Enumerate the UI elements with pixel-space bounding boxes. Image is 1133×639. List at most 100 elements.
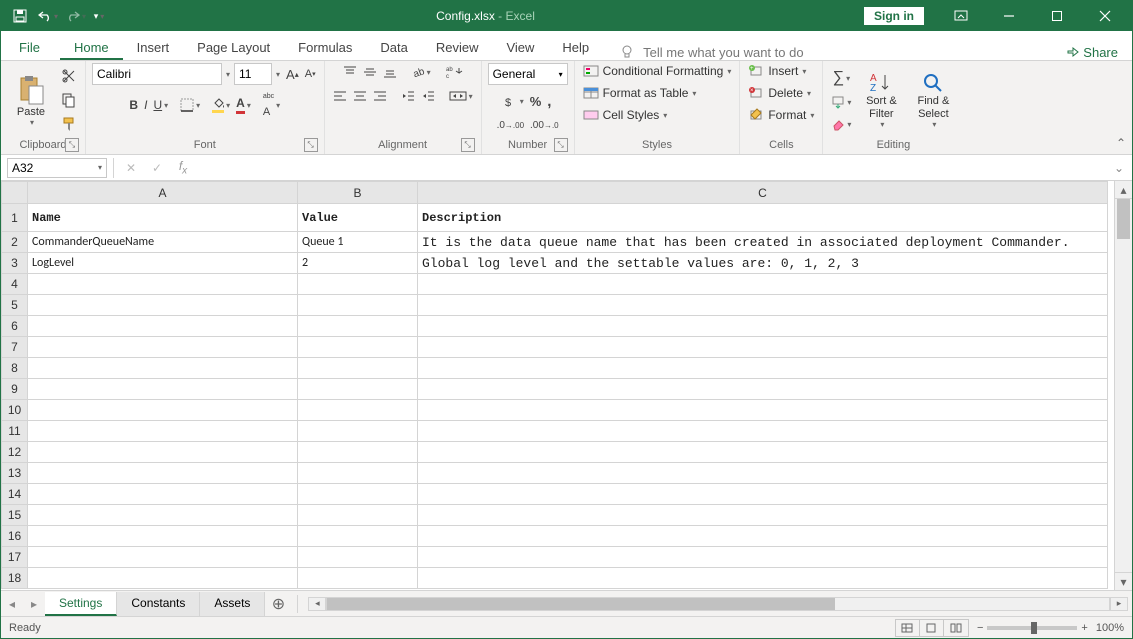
cell-C16[interactable] <box>418 526 1108 547</box>
cell-B9[interactable] <box>298 379 418 400</box>
align-bottom-button[interactable] <box>381 63 399 81</box>
tell-me[interactable]: Tell me what you want to do <box>619 44 803 60</box>
grow-font-button[interactable]: A▴ <box>284 65 301 84</box>
merge-center-button[interactable] <box>447 87 475 105</box>
cell-B3[interactable]: 2 <box>298 253 418 274</box>
row-header-15[interactable]: 15 <box>2 505 28 526</box>
cell-B5[interactable] <box>298 295 418 316</box>
undo-button[interactable] <box>35 4 61 28</box>
cell-styles-button[interactable]: Cell Styles▾ <box>581 107 670 123</box>
underline-button[interactable]: U <box>151 96 170 114</box>
cell-B11[interactable] <box>298 421 418 442</box>
align-top-button[interactable] <box>341 63 359 81</box>
cell-B14[interactable] <box>298 484 418 505</box>
alignment-dialog-launcher[interactable]: ⤡ <box>461 138 475 152</box>
delete-cells-button[interactable]: ×Delete▾ <box>746 85 813 101</box>
sheet-tab-assets[interactable]: Assets <box>200 592 265 616</box>
row-header-7[interactable]: 7 <box>2 337 28 358</box>
share-button[interactable]: Share <box>1055 45 1128 60</box>
align-left-button[interactable] <box>331 87 349 105</box>
cancel-formula-button[interactable]: ✕ <box>118 161 144 175</box>
cell-A8[interactable] <box>28 358 298 379</box>
font-size-input[interactable] <box>234 63 272 85</box>
row-header-16[interactable]: 16 <box>2 526 28 547</box>
row-header-8[interactable]: 8 <box>2 358 28 379</box>
orientation-button[interactable]: ab <box>409 63 433 81</box>
vertical-scrollbar[interactable]: ▴ ▾ <box>1114 181 1132 590</box>
conditional-formatting-button[interactable]: Conditional Formatting▾ <box>581 63 734 79</box>
row-header-17[interactable]: 17 <box>2 547 28 568</box>
hscroll-left[interactable]: ◂ <box>308 597 326 611</box>
sheet-tab-settings[interactable]: Settings <box>45 592 117 616</box>
row-header-12[interactable]: 12 <box>2 442 28 463</box>
row-header-3[interactable]: 3 <box>2 253 28 274</box>
cell-C17[interactable] <box>418 547 1108 568</box>
ribbon-display-options[interactable] <box>938 1 984 31</box>
decrease-decimal-button[interactable]: .00→.0 <box>528 118 561 133</box>
cell-C5[interactable] <box>418 295 1108 316</box>
col-header-A[interactable]: A <box>28 182 298 204</box>
tab-review[interactable]: Review <box>422 36 493 60</box>
fill-button[interactable] <box>829 93 853 111</box>
italic-button[interactable]: I <box>142 96 149 114</box>
font-name-input[interactable] <box>92 63 222 85</box>
align-right-button[interactable] <box>371 87 389 105</box>
cut-button[interactable] <box>59 66 79 86</box>
cell-B15[interactable] <box>298 505 418 526</box>
copy-button[interactable] <box>59 90 79 110</box>
cell-C7[interactable] <box>418 337 1108 358</box>
cell-C1[interactable]: Description <box>418 204 1108 232</box>
cell-A18[interactable] <box>28 568 298 589</box>
cell-C12[interactable] <box>418 442 1108 463</box>
bold-button[interactable]: B <box>127 96 140 114</box>
zoom-out-button[interactable]: − <box>977 622 983 634</box>
cell-B17[interactable] <box>298 547 418 568</box>
tab-page-layout[interactable]: Page Layout <box>183 36 284 60</box>
cell-C11[interactable] <box>418 421 1108 442</box>
cell-B16[interactable] <box>298 526 418 547</box>
qat-customize[interactable]: ▾ <box>91 4 107 28</box>
tab-view[interactable]: View <box>492 36 548 60</box>
row-header-14[interactable]: 14 <box>2 484 28 505</box>
increase-indent-button[interactable] <box>419 87 437 105</box>
cell-A4[interactable] <box>28 274 298 295</box>
autosum-button[interactable]: ∑ <box>829 67 853 89</box>
maximize-button[interactable] <box>1034 1 1080 31</box>
close-button[interactable] <box>1082 1 1128 31</box>
percent-button[interactable]: % <box>528 92 544 111</box>
fill-color-button[interactable] <box>210 95 232 115</box>
row-header-11[interactable]: 11 <box>2 421 28 442</box>
row-header-6[interactable]: 6 <box>2 316 28 337</box>
scroll-track[interactable] <box>1115 199 1132 572</box>
borders-button[interactable] <box>178 96 202 114</box>
clipboard-dialog-launcher[interactable]: ⤡ <box>65 138 79 152</box>
enter-formula-button[interactable]: ✓ <box>144 161 170 175</box>
cell-C14[interactable] <box>418 484 1108 505</box>
find-select-button[interactable]: Find & Select <box>909 67 957 133</box>
cell-A10[interactable] <box>28 400 298 421</box>
cell-A7[interactable] <box>28 337 298 358</box>
col-header-B[interactable]: B <box>298 182 418 204</box>
shrink-font-button[interactable]: A▾ <box>303 66 318 82</box>
page-layout-view-button[interactable] <box>920 620 944 636</box>
minimize-button[interactable] <box>986 1 1032 31</box>
cell-A3[interactable]: LogLevel <box>28 253 298 274</box>
cell-B8[interactable] <box>298 358 418 379</box>
cell-C4[interactable] <box>418 274 1108 295</box>
scroll-thumb[interactable] <box>1117 199 1130 239</box>
cell-C3[interactable]: Global log level and the settable values… <box>418 253 1108 274</box>
phonetic-button[interactable]: abcA <box>261 91 282 120</box>
cell-B12[interactable] <box>298 442 418 463</box>
tab-help[interactable]: Help <box>548 36 603 60</box>
align-center-button[interactable] <box>351 87 369 105</box>
cell-C2[interactable]: It is the data queue name that has been … <box>418 232 1108 253</box>
tab-file[interactable]: File <box>5 36 54 60</box>
cell-A5[interactable] <box>28 295 298 316</box>
cell-B2[interactable]: Queue 1 <box>298 232 418 253</box>
clear-button[interactable] <box>829 115 853 133</box>
wrap-text-button[interactable]: abc <box>443 63 465 81</box>
accounting-format-button[interactable]: $ <box>502 93 526 111</box>
comma-button[interactable]: , <box>545 91 553 112</box>
row-header-9[interactable]: 9 <box>2 379 28 400</box>
sheet-nav-prev[interactable]: ◂ <box>1 597 23 611</box>
